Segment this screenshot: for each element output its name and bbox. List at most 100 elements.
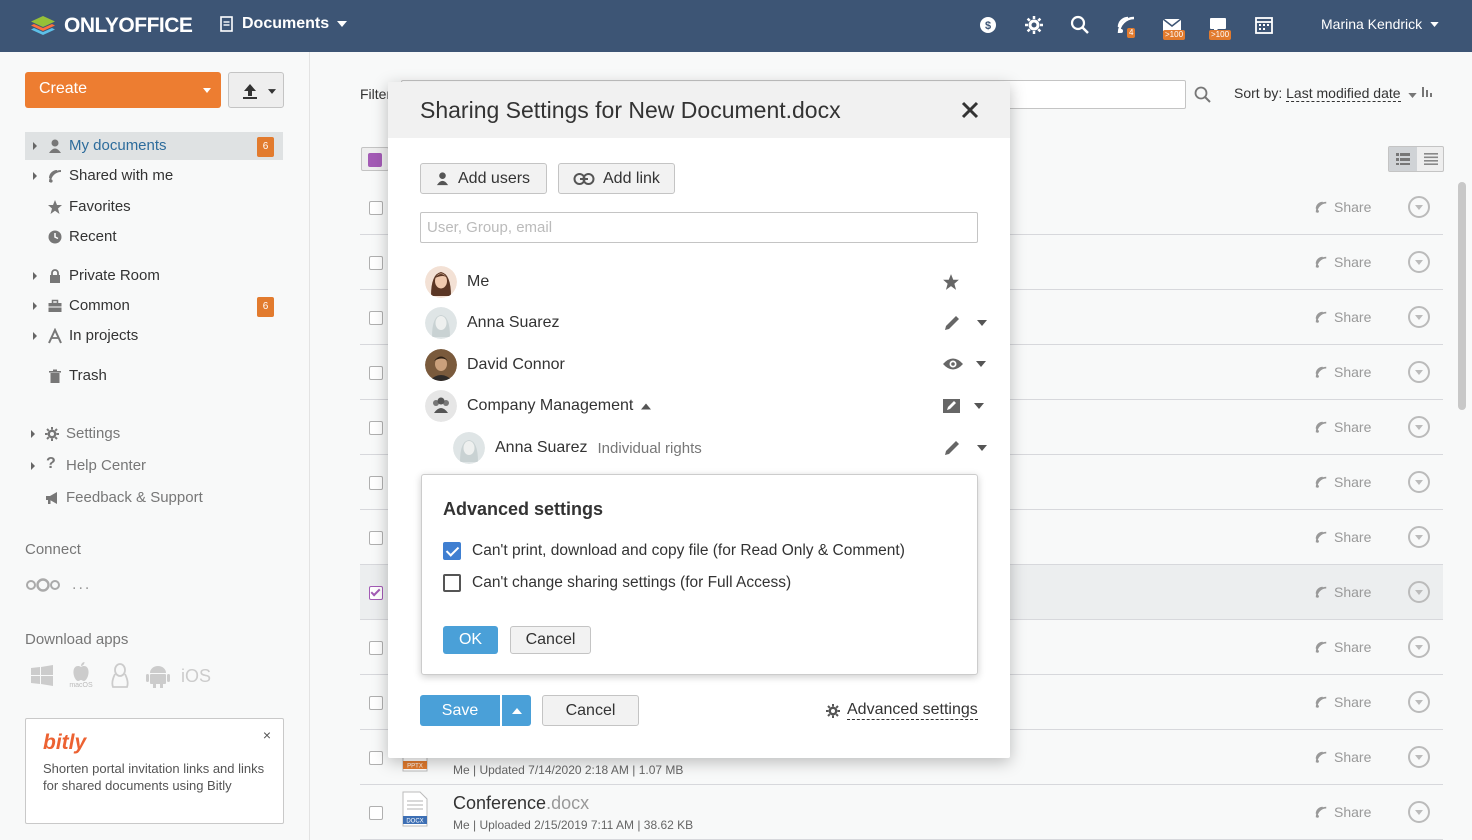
expand-caret-icon[interactable]: [31, 430, 35, 438]
ios-app-link[interactable]: iOS: [181, 666, 211, 687]
sidebar-item-my-documents[interactable]: My documents 6: [25, 132, 283, 160]
share-button[interactable]: Share: [1314, 694, 1371, 710]
row-checkbox[interactable]: [369, 421, 383, 435]
talk-icon[interactable]: >100: [1207, 14, 1232, 40]
windows-icon[interactable]: [30, 664, 54, 688]
row-checkbox[interactable]: [369, 586, 383, 600]
more-connections-icon[interactable]: ...: [72, 576, 91, 594]
table-row[interactable]: DOCX Conference.docx Me | Uploaded 2/15/20…: [360, 785, 1443, 840]
share-button[interactable]: Share: [1314, 309, 1371, 325]
expand-caret-icon[interactable]: [33, 302, 37, 310]
row-menu-icon[interactable]: [1408, 196, 1430, 218]
ok-button[interactable]: OK: [443, 626, 498, 654]
save-options-button[interactable]: [502, 695, 531, 726]
linux-icon[interactable]: [108, 662, 132, 690]
row-checkbox[interactable]: [369, 311, 383, 325]
sidebar-item-feedback-support[interactable]: Feedback & Support: [25, 484, 283, 512]
share-button[interactable]: Share: [1314, 584, 1371, 600]
share-button[interactable]: Share: [1314, 254, 1371, 270]
file-name[interactable]: Conference.docx: [453, 793, 589, 814]
view-toggle[interactable]: [1388, 146, 1444, 172]
add-link-button[interactable]: Add link: [558, 163, 675, 194]
advanced-settings-link[interactable]: Advanced settings: [825, 701, 978, 720]
row-checkbox[interactable]: [369, 256, 383, 270]
onlyoffice-logo[interactable]: ONLYOFFICE: [28, 11, 193, 41]
close-icon[interactable]: [958, 98, 982, 122]
share-button[interactable]: Share: [1314, 529, 1371, 545]
row-menu-icon[interactable]: [1408, 361, 1430, 383]
restrict-sharing-option[interactable]: Can't change sharing settings (for Full …: [443, 574, 791, 592]
sidebar-item-help-center[interactable]: ? Help Center: [25, 452, 283, 480]
macos-app-link[interactable]: macOS: [64, 659, 98, 693]
row-checkbox[interactable]: [369, 201, 383, 215]
compact-view-icon[interactable]: [1424, 153, 1438, 165]
sidebar-item-private-room[interactable]: Private Room: [25, 262, 283, 290]
restrict-download-checkbox[interactable]: [443, 542, 461, 560]
expand-caret-icon[interactable]: [33, 172, 37, 180]
sidebar-item-recent[interactable]: Recent: [25, 223, 283, 251]
expand-caret-icon[interactable]: [33, 332, 37, 340]
calendar-icon[interactable]: [1253, 14, 1275, 36]
row-checkbox[interactable]: [369, 366, 383, 380]
save-button[interactable]: Save: [420, 695, 500, 726]
restrict-download-option[interactable]: Can't print, download and copy file (for…: [443, 542, 905, 560]
row-checkbox[interactable]: [369, 531, 383, 545]
share-button[interactable]: Share: [1314, 639, 1371, 655]
payments-icon[interactable]: $: [977, 14, 999, 36]
row-menu-icon[interactable]: [1408, 581, 1430, 603]
user-menu[interactable]: Marina Kendrick: [1321, 16, 1439, 32]
feed-icon[interactable]: 4: [1115, 14, 1137, 38]
settings-gear-icon[interactable]: [1023, 14, 1045, 36]
share-button[interactable]: Share: [1314, 804, 1371, 820]
scrollbar-thumb[interactable]: [1458, 182, 1466, 410]
sidebar-item-shared-with-me[interactable]: Shared with me: [25, 162, 283, 190]
sort-order-icon[interactable]: [1421, 86, 1435, 98]
sort-value[interactable]: Last modified date: [1286, 85, 1401, 102]
sidebar-item-common[interactable]: Common 6: [25, 292, 283, 320]
row-checkbox[interactable]: [369, 751, 383, 765]
android-icon[interactable]: [145, 663, 171, 689]
search-icon[interactable]: [1069, 14, 1091, 36]
nextcloud-icon[interactable]: [25, 577, 61, 593]
row-menu-icon[interactable]: [1408, 691, 1430, 713]
search-icon[interactable]: [1194, 86, 1212, 104]
expand-caret-icon[interactable]: [31, 462, 35, 470]
share-button[interactable]: Share: [1314, 419, 1371, 435]
share-button[interactable]: Share: [1314, 474, 1371, 490]
user-search-input[interactable]: [420, 212, 978, 243]
row-menu-icon[interactable]: [1408, 416, 1430, 438]
collapse-group-icon[interactable]: [641, 403, 652, 410]
access-rights-dropdown[interactable]: [943, 314, 987, 332]
row-menu-icon[interactable]: [1408, 801, 1430, 823]
share-button[interactable]: Share: [1314, 364, 1371, 380]
add-users-button[interactable]: Add users: [420, 163, 547, 194]
access-rights-dropdown[interactable]: [943, 439, 987, 457]
share-button[interactable]: Share: [1314, 199, 1371, 215]
cancel-button[interactable]: Cancel: [542, 695, 639, 726]
select-all-checkbox[interactable]: [361, 147, 389, 171]
restrict-sharing-checkbox[interactable]: [443, 574, 461, 592]
access-rights-dropdown[interactable]: [942, 397, 984, 415]
access-rights-dropdown[interactable]: [942, 356, 986, 372]
create-button[interactable]: Create: [25, 72, 221, 108]
mail-icon[interactable]: >100: [1161, 14, 1186, 40]
sidebar-item-settings[interactable]: Settings: [25, 420, 283, 448]
row-checkbox[interactable]: [369, 476, 383, 490]
row-menu-icon[interactable]: [1408, 471, 1430, 493]
row-checkbox[interactable]: [369, 696, 383, 710]
upload-button[interactable]: [228, 72, 284, 108]
sidebar-item-in-projects[interactable]: In projects: [25, 322, 283, 350]
module-switcher[interactable]: Documents: [220, 15, 348, 33]
row-menu-icon[interactable]: [1408, 306, 1430, 328]
cancel-button[interactable]: Cancel: [510, 626, 591, 654]
sidebar-item-trash[interactable]: Trash: [25, 362, 283, 390]
row-menu-icon[interactable]: [1408, 526, 1430, 548]
share-button[interactable]: Share: [1314, 749, 1371, 765]
expand-caret-icon[interactable]: [33, 142, 37, 150]
expand-caret-icon[interactable]: [33, 272, 37, 280]
row-checkbox[interactable]: [369, 806, 383, 820]
row-menu-icon[interactable]: [1408, 636, 1430, 658]
sidebar-item-favorites[interactable]: Favorites: [25, 193, 283, 221]
row-menu-icon[interactable]: [1408, 251, 1430, 273]
row-checkbox[interactable]: [369, 641, 383, 655]
